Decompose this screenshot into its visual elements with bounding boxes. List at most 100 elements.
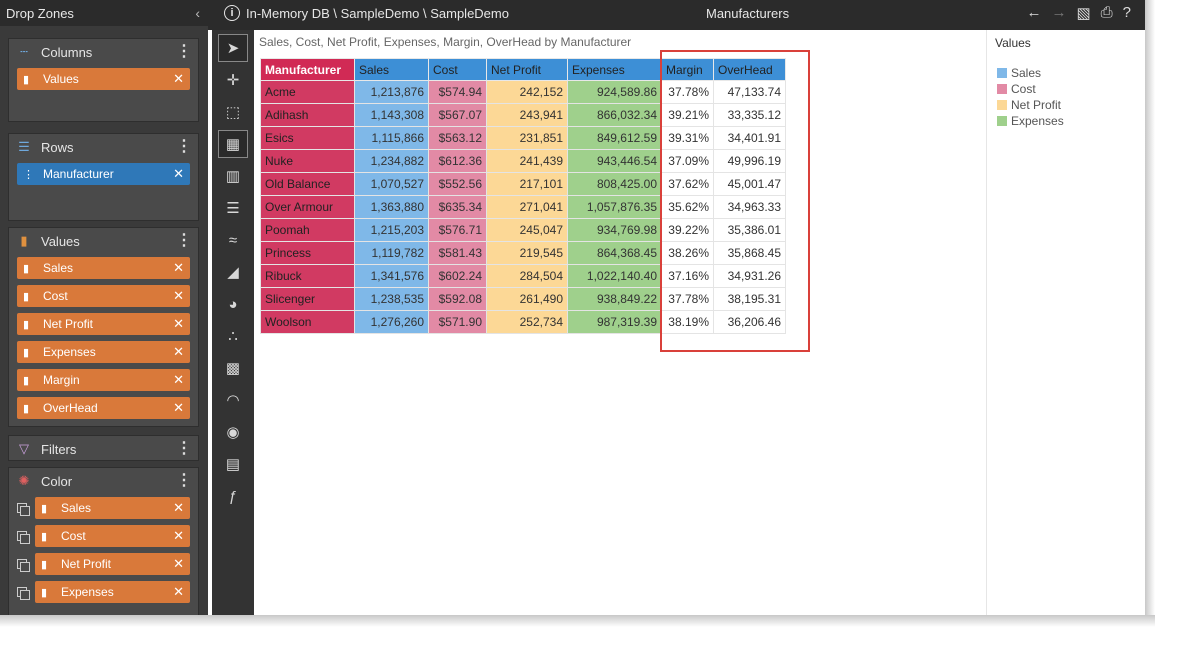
manufacturer-cell[interactable]: Acme xyxy=(260,80,355,104)
manufacturer-cell[interactable]: Poomah xyxy=(260,218,355,242)
manufacturer-cell[interactable]: Nuke xyxy=(260,149,355,173)
treemap-icon[interactable]: ▩ xyxy=(218,354,248,382)
header-manufacturer[interactable]: Manufacturer xyxy=(260,58,355,81)
value-cell[interactable]: 1,213,876 xyxy=(354,80,429,104)
grid-chart-icon[interactable]: ▦ xyxy=(218,130,248,158)
value-cell[interactable]: 1,022,140.40 xyxy=(567,264,662,288)
value-cell[interactable]: $552.56 xyxy=(428,172,487,196)
header-net-profit[interactable]: Net Profit xyxy=(486,58,568,81)
help-icon[interactable]: ? xyxy=(1123,4,1131,22)
remove-icon[interactable]: ✕ xyxy=(173,344,184,360)
area-chart-icon[interactable]: ◢ xyxy=(218,258,248,286)
value-cell[interactable]: 284,504 xyxy=(486,264,568,288)
value-cell[interactable]: 1,276,260 xyxy=(354,310,429,334)
manufacturer-cell[interactable]: Princess xyxy=(260,241,355,265)
values-field-cost[interactable]: ▮ Cost ✕ xyxy=(17,285,190,307)
value-cell[interactable]: $592.08 xyxy=(428,287,487,311)
value-cell[interactable]: 242,152 xyxy=(486,80,568,104)
value-cell[interactable]: 1,119,782 xyxy=(354,241,429,265)
manufacturer-cell[interactable]: Woolson xyxy=(260,310,355,334)
value-cell[interactable]: $567.07 xyxy=(428,103,487,127)
value-cell[interactable]: $571.90 xyxy=(428,310,487,334)
value-cell[interactable]: 938,849.22 xyxy=(567,287,662,311)
value-cell[interactable]: 271,041 xyxy=(486,195,568,219)
remove-icon[interactable]: ✕ xyxy=(173,260,184,276)
legend-item-expenses[interactable]: Expenses xyxy=(997,113,1064,129)
value-cell[interactable]: 1,143,308 xyxy=(354,103,429,127)
remove-icon[interactable]: ✕ xyxy=(173,556,184,572)
manufacturer-cell[interactable]: Old Balance xyxy=(260,172,355,196)
value-cell[interactable]: 261,490 xyxy=(486,287,568,311)
bar-chart-icon[interactable]: ☰ xyxy=(218,194,248,222)
value-cell[interactable]: 864,368.45 xyxy=(567,241,662,265)
columns-field-values[interactable]: ▮ Values ✕ xyxy=(17,68,190,90)
value-cell[interactable]: 1,070,527 xyxy=(354,172,429,196)
value-cell[interactable]: 1,215,203 xyxy=(354,218,429,242)
custom-formula-icon[interactable]: ƒ xyxy=(218,482,248,510)
value-cell[interactable]: 217,101 xyxy=(486,172,568,196)
value-cell[interactable]: 1,115,866 xyxy=(354,126,429,150)
values-field-expenses[interactable]: ▮ Expenses ✕ xyxy=(17,341,190,363)
color-field-net-profit[interactable]: ▮ Net Profit ✕ xyxy=(35,553,190,575)
line-chart-icon[interactable]: ≈ xyxy=(218,226,248,254)
remove-icon[interactable]: ✕ xyxy=(173,166,184,182)
value-cell[interactable]: $563.12 xyxy=(428,126,487,150)
color-menu-icon[interactable]: ⋮ xyxy=(176,473,192,489)
value-cell[interactable]: 1,057,876.35 xyxy=(567,195,662,219)
value-cell[interactable]: 243,941 xyxy=(486,103,568,127)
remove-icon[interactable]: ✕ xyxy=(173,528,184,544)
value-cell[interactable]: 245,047 xyxy=(486,218,568,242)
value-cell[interactable]: $612.36 xyxy=(428,149,487,173)
value-cell[interactable]: $602.24 xyxy=(428,264,487,288)
info-icon[interactable]: i xyxy=(224,5,240,21)
legend-item-cost[interactable]: Cost xyxy=(997,81,1064,97)
undo-icon[interactable]: ← xyxy=(1026,4,1041,22)
values-field-margin[interactable]: ▮ Margin ✕ xyxy=(17,369,190,391)
add-tool-icon[interactable]: ✛ xyxy=(218,66,248,94)
value-cell[interactable]: $576.71 xyxy=(428,218,487,242)
value-cell[interactable]: 1,234,882 xyxy=(354,149,429,173)
remove-icon[interactable]: ✕ xyxy=(173,316,184,332)
print-icon[interactable]: ⎙ xyxy=(1101,4,1113,22)
value-cell[interactable]: 924,589.86 xyxy=(567,80,662,104)
value-cell[interactable]: $574.94 xyxy=(428,80,487,104)
map-icon[interactable]: ◉ xyxy=(218,418,248,446)
pie-chart-icon[interactable]: ◕ xyxy=(218,290,248,318)
remove-icon[interactable]: ✕ xyxy=(173,372,184,388)
rows-menu-icon[interactable]: ⋮ xyxy=(176,139,192,155)
filters-menu-icon[interactable]: ⋮ xyxy=(176,441,192,457)
legend-item-net-profit[interactable]: Net Profit xyxy=(997,97,1064,113)
manufacturer-cell[interactable]: Esics xyxy=(260,126,355,150)
value-cell[interactable]: 231,851 xyxy=(486,126,568,150)
color-field-expenses[interactable]: ▮ Expenses ✕ xyxy=(35,581,190,603)
legend-item-sales[interactable]: Sales xyxy=(997,65,1064,81)
value-cell[interactable]: 241,439 xyxy=(486,149,568,173)
rows-field-manufacturer[interactable]: ⋮ Manufacturer ✕ xyxy=(17,163,190,185)
scatter-chart-icon[interactable]: ∴ xyxy=(218,322,248,350)
manufacturer-cell[interactable]: Over Armour xyxy=(260,195,355,219)
selection-tool-icon[interactable]: ⬚ xyxy=(218,98,248,126)
values-field-net-profit[interactable]: ▮ Net Profit ✕ xyxy=(17,313,190,335)
pointer-tool-icon[interactable]: ➤ xyxy=(218,34,248,62)
value-cell[interactable]: 849,612.59 xyxy=(567,126,662,150)
value-cell[interactable]: 219,545 xyxy=(486,241,568,265)
value-cell[interactable]: 934,769.98 xyxy=(567,218,662,242)
values-field-sales[interactable]: ▮ Sales ✕ xyxy=(17,257,190,279)
remove-icon[interactable]: ✕ xyxy=(173,71,184,87)
header-cost[interactable]: Cost xyxy=(428,58,487,81)
value-cell[interactable]: 1,341,576 xyxy=(354,264,429,288)
color-field-cost[interactable]: ▮ Cost ✕ xyxy=(35,525,190,547)
value-cell[interactable]: 1,363,880 xyxy=(354,195,429,219)
header-expenses[interactable]: Expenses xyxy=(567,58,662,81)
remove-icon[interactable]: ✕ xyxy=(173,584,184,600)
redo-icon[interactable]: → xyxy=(1051,4,1066,22)
values-field-overhead[interactable]: ▮ OverHead ✕ xyxy=(17,397,190,419)
remove-icon[interactable]: ✕ xyxy=(173,500,184,516)
value-cell[interactable]: 866,032.34 xyxy=(567,103,662,127)
value-cell[interactable]: 943,446.54 xyxy=(567,149,662,173)
collapse-panel-icon[interactable]: ‹ xyxy=(195,5,200,21)
column-chart-icon[interactable]: ▥ xyxy=(218,162,248,190)
header-sales[interactable]: Sales xyxy=(354,58,429,81)
pivot-table-icon[interactable]: ▤ xyxy=(218,450,248,478)
manufacturer-cell[interactable]: Ribuck xyxy=(260,264,355,288)
